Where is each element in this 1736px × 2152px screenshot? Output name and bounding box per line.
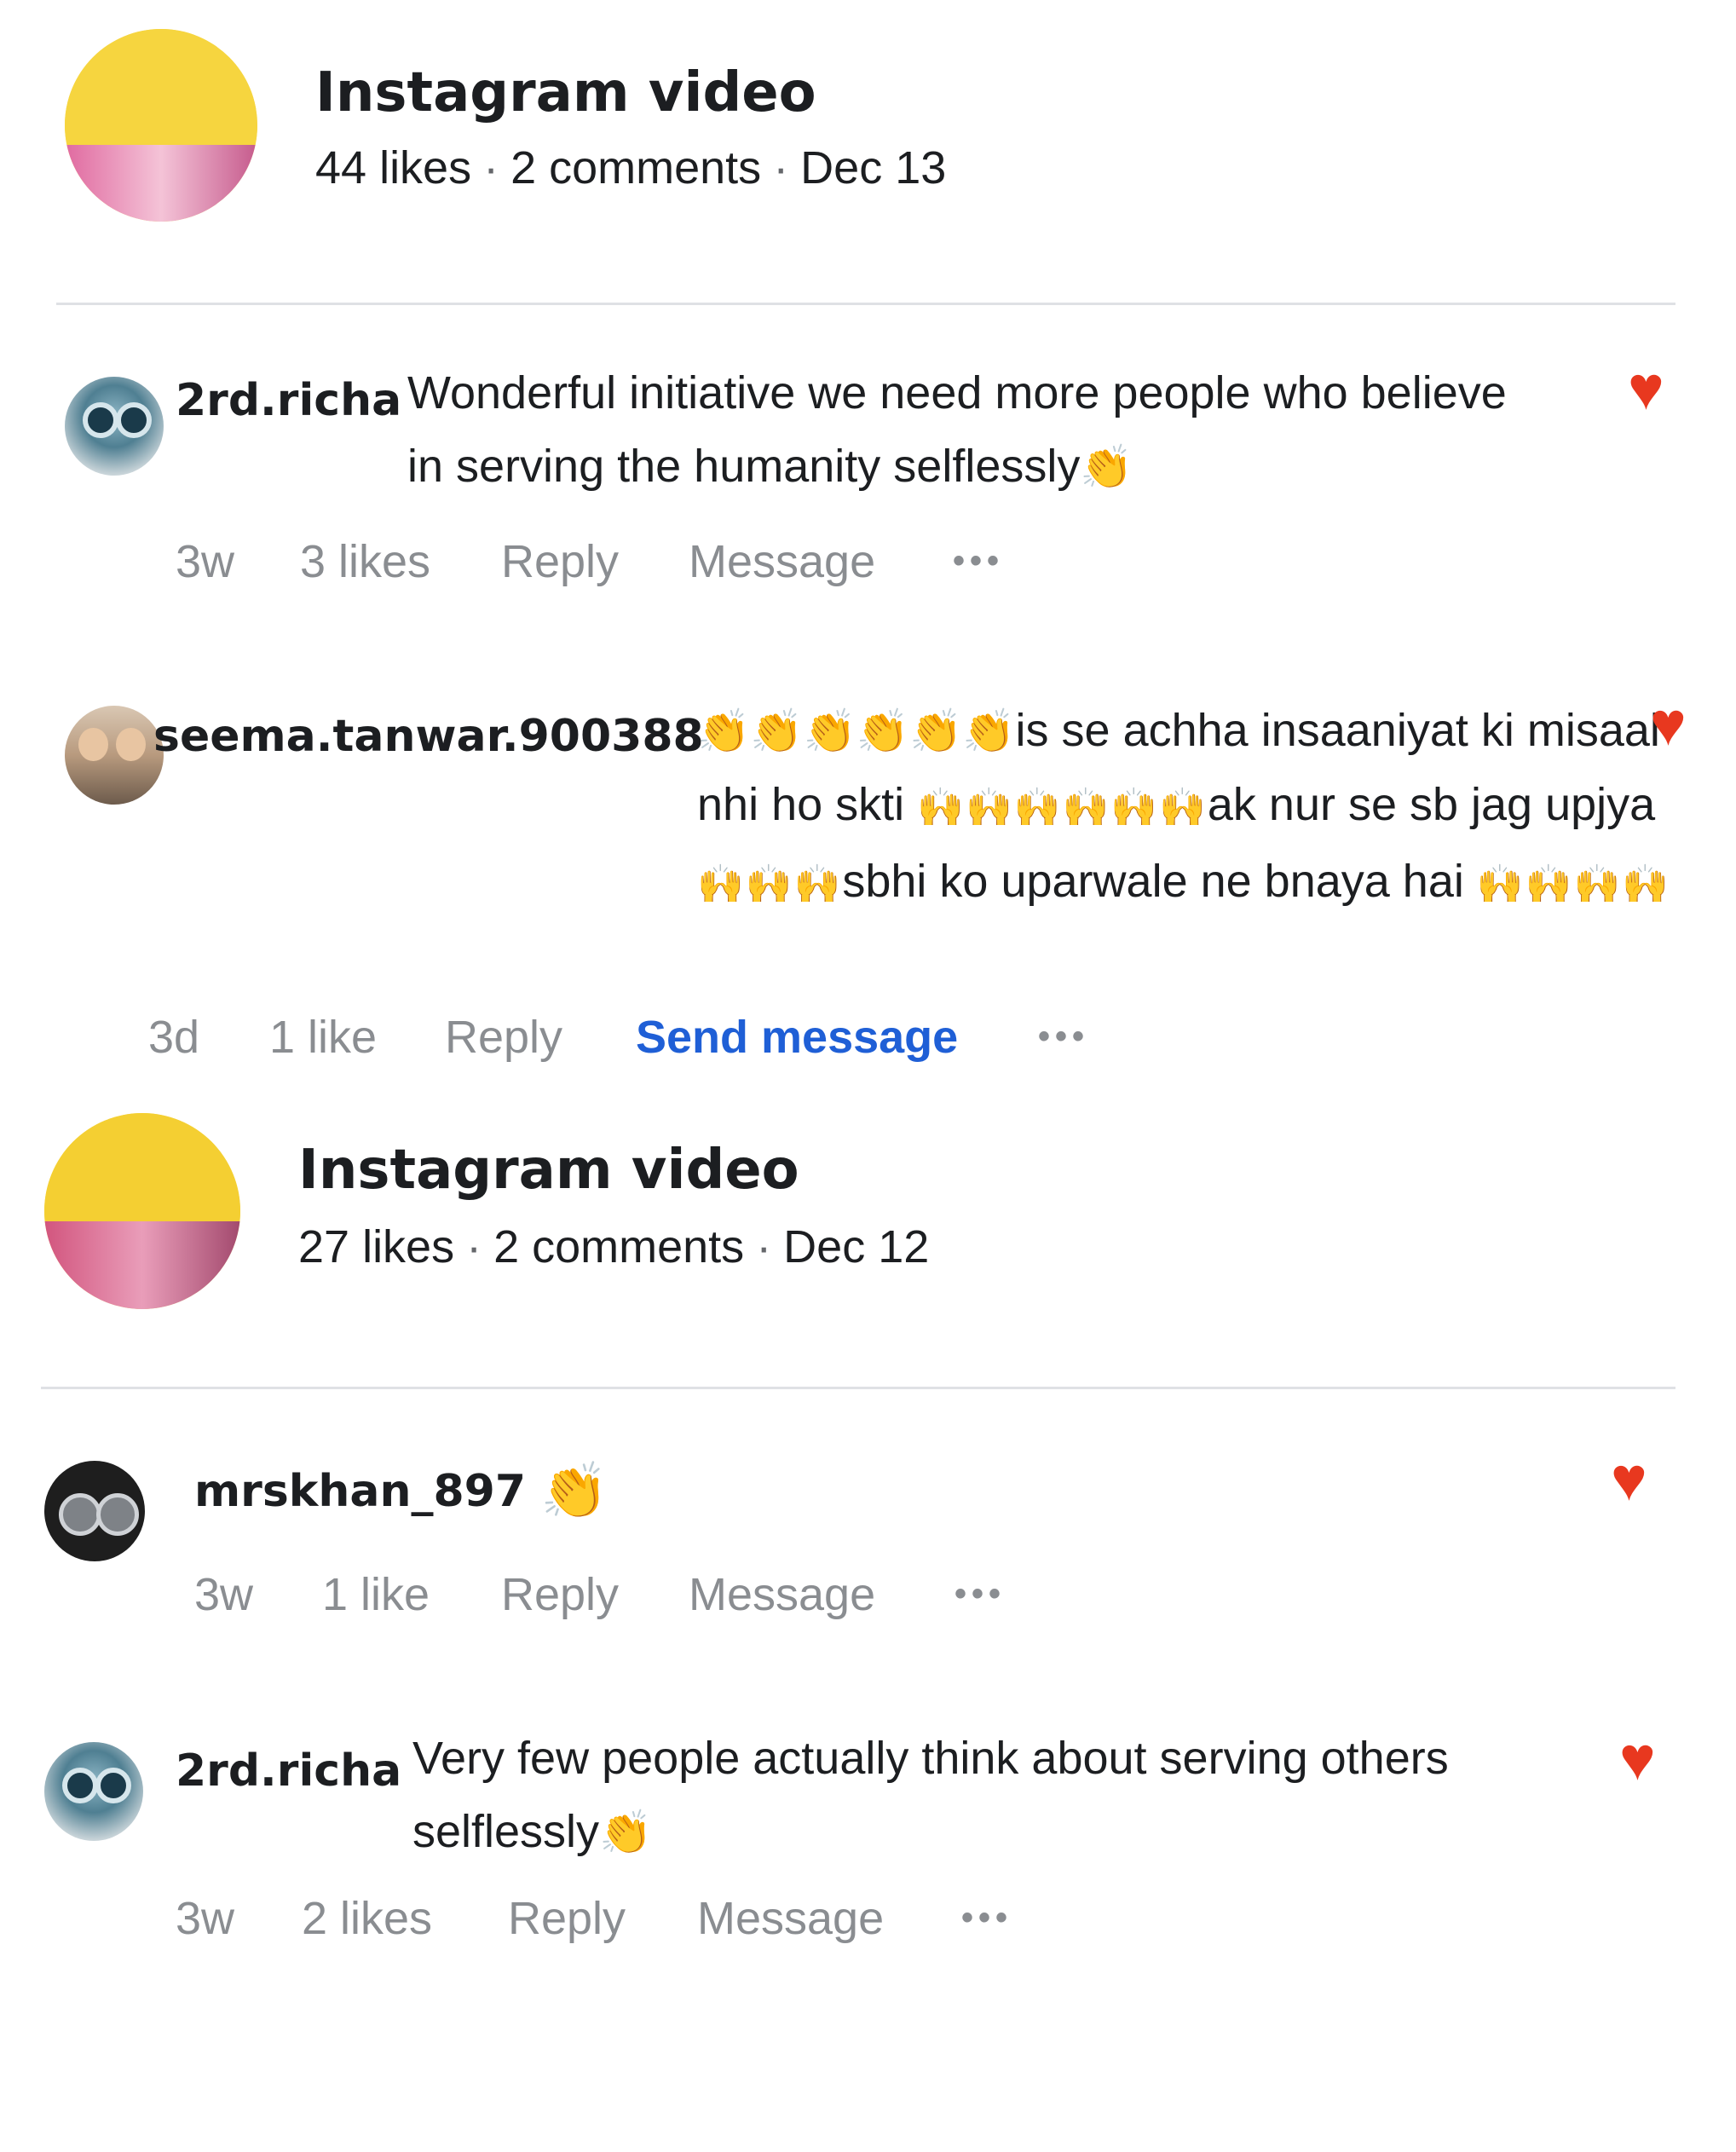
comment: mrskhan_897 👏 ♥ 3w 1 like Reply Message …: [0, 1440, 1736, 1645]
comment-time: 3w: [176, 1893, 235, 1944]
heart-icon[interactable]: ♥: [1619, 1728, 1656, 1790]
post-likes[interactable]: 44 likes: [315, 142, 471, 193]
video-thumbnail[interactable]: [44, 1113, 240, 1309]
comment-username[interactable]: seema.tanwar.900388: [153, 711, 704, 762]
post-title[interactable]: Instagram video: [298, 1139, 799, 1202]
post-title[interactable]: Instagram video: [315, 61, 816, 124]
comment-body: Very few people actually think about ser…: [412, 1733, 1449, 1857]
post-meta: 44 likes · 2 comments · Dec 13: [315, 141, 946, 194]
more-options-icon[interactable]: •••: [953, 542, 1004, 580]
avatar-eye: [82, 402, 119, 439]
post-date: Dec 12: [783, 1221, 930, 1272]
meta-separator: ·: [483, 142, 499, 193]
more-options-icon[interactable]: •••: [961, 1899, 1012, 1937]
comment-text: 👏👏👏👏👏👏is se achha insaaniyat ki misaal n…: [697, 694, 1677, 921]
reply-button[interactable]: Reply: [445, 1011, 562, 1064]
avatar-eye: [116, 402, 153, 439]
comment-time: 3w: [194, 1569, 254, 1620]
avatar-ring: [96, 1492, 140, 1536]
heart-icon[interactable]: ♥: [1650, 694, 1687, 755]
reply-button[interactable]: Reply: [508, 1892, 626, 1945]
comment-username[interactable]: mrskhan_897: [194, 1466, 526, 1517]
comment: 2rd.richa Wonderful initiative we need m…: [0, 358, 1736, 614]
avatar-eye: [61, 1768, 99, 1804]
comment-actions: 3w 2 likes Reply Message •••: [0, 1892, 1736, 1952]
comment-text: Wonderful initiative we need more people…: [407, 356, 1515, 504]
comment-time: 3w: [176, 536, 235, 587]
post-comments-count[interactable]: 2 comments: [510, 142, 761, 193]
clap-emoji-icon: 👏: [1080, 443, 1133, 491]
divider: [41, 1387, 1675, 1389]
avatar-face: [116, 727, 147, 761]
raised-hands-emoji-icon: 🙌🙌🙌: [697, 863, 843, 905]
clap-emoji-icon: 👏👏👏👏👏👏: [697, 707, 1016, 755]
raised-hands-emoji-icon: 🙌🙌🙌🙌🙌🙌: [917, 787, 1208, 828]
comment-body: Wonderful initiative we need more people…: [407, 367, 1507, 492]
avatar[interactable]: [44, 1742, 143, 1841]
post-comments-count[interactable]: 2 comments: [493, 1221, 744, 1272]
more-options-icon[interactable]: •••: [955, 1575, 1006, 1613]
avatar[interactable]: [65, 706, 164, 805]
comment-likes[interactable]: 2 likes: [302, 1892, 432, 1945]
comment-text: Very few people actually think about ser…: [412, 1722, 1623, 1869]
message-button[interactable]: Message: [697, 1892, 884, 1945]
comment-likes[interactable]: 1 like: [269, 1011, 377, 1064]
clap-emoji-icon: 👏: [540, 1460, 608, 1521]
avatar-face: [78, 727, 109, 761]
message-button[interactable]: Message: [689, 535, 875, 588]
comment-likes[interactable]: 3 likes: [300, 535, 430, 588]
post-header: Instagram video 44 likes · 2 comments · Dec …: [0, 0, 1736, 290]
comment-actions: 3d 1 like Reply Send message •••: [0, 1011, 1736, 1070]
meta-separator: ·: [773, 142, 789, 193]
divider: [56, 303, 1675, 305]
message-button[interactable]: Message: [689, 1568, 875, 1621]
post-header: Instagram video 27 likes · 2 comments · Dec …: [0, 1099, 1736, 1389]
comment-username[interactable]: 2rd.richa: [176, 375, 401, 426]
comment-body-line: sbhi ko uparwale ne bnaya hai: [842, 856, 1464, 907]
comment-body-line: ak nur se sb jag upjya: [1207, 779, 1656, 830]
meta-separator: ·: [756, 1221, 772, 1272]
post-date: Dec 13: [800, 142, 947, 193]
clap-emoji-icon: 👏: [599, 1809, 653, 1856]
video-thumbnail[interactable]: [65, 29, 257, 222]
post-likes[interactable]: 27 likes: [298, 1221, 454, 1272]
comment: seema.tanwar.900388 👏👏👏👏👏👏is se achha in…: [0, 690, 1736, 1082]
avatar[interactable]: [65, 377, 164, 476]
send-message-button[interactable]: Send message: [636, 1011, 958, 1064]
reply-button[interactable]: Reply: [501, 535, 619, 588]
meta-separator: ·: [466, 1221, 482, 1272]
avatar[interactable]: [44, 1461, 145, 1561]
comment-actions: 3w 1 like Reply Message •••: [0, 1568, 1736, 1628]
comment-username[interactable]: 2rd.richa: [176, 1745, 401, 1797]
post-meta: 27 likes · 2 comments · Dec 12: [298, 1220, 929, 1273]
heart-icon[interactable]: ♥: [1611, 1449, 1647, 1510]
avatar-eye: [95, 1768, 132, 1804]
comment-actions: 3w 3 likes Reply Message •••: [0, 535, 1736, 595]
avatar-ring: [58, 1492, 101, 1536]
reply-button[interactable]: Reply: [501, 1568, 619, 1621]
heart-icon[interactable]: ♥: [1628, 358, 1664, 419]
comment-likes[interactable]: 1 like: [322, 1568, 430, 1621]
raised-hands-emoji-icon: 🙌🙌🙌🙌: [1476, 863, 1671, 905]
comment-time: 3d: [148, 1012, 200, 1063]
comment: 2rd.richa Very few people actually think…: [0, 1722, 1736, 1977]
more-options-icon[interactable]: •••: [1038, 1018, 1089, 1056]
